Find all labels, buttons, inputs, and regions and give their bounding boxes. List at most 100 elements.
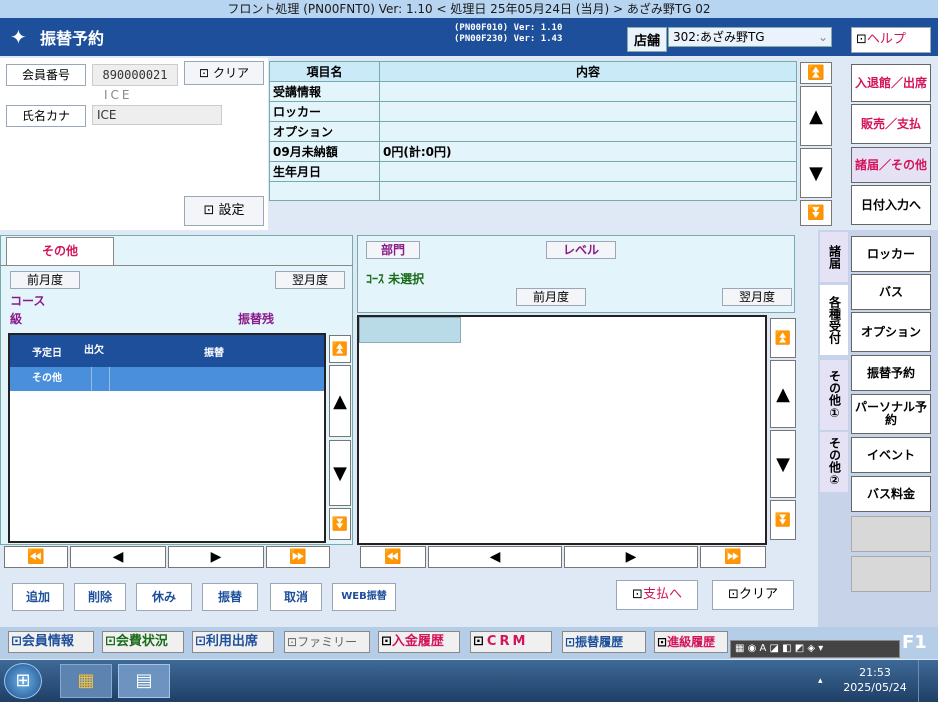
class-list: [357, 315, 767, 545]
bus-fee-button[interactable]: バス料金: [851, 476, 931, 512]
vtab-other1[interactable]: その他①: [820, 360, 848, 430]
delete-button[interactable]: 削除: [74, 583, 126, 611]
nav-checkin[interactable]: 入退館／出席: [851, 64, 931, 102]
mid-prev-month-button[interactable]: 前月度: [516, 288, 586, 306]
class-last-page-button[interactable]: ⏩: [700, 546, 766, 568]
family-icon: ⊡: [287, 635, 298, 649]
option-button[interactable]: オプション: [851, 312, 931, 352]
list-top-button[interactable]: ⏫: [329, 335, 351, 363]
web-transfer-button[interactable]: WEB振替: [332, 583, 396, 611]
class-prev-page-button[interactable]: ◀: [428, 546, 562, 568]
kana-label: 氏名カナ: [6, 105, 86, 127]
fee-status-button[interactable]: ⊡会費状況: [102, 631, 184, 653]
crm-button[interactable]: ⊡CRM: [470, 631, 552, 653]
class-cell[interactable]: [359, 317, 461, 343]
show-desktop-button[interactable]: [918, 660, 938, 702]
add-button[interactable]: 追加: [12, 583, 64, 611]
cancel-button[interactable]: 取消: [270, 583, 322, 611]
bus-button[interactable]: バス: [851, 274, 931, 310]
clock[interactable]: 21:53 2025/05/24: [840, 665, 910, 695]
store-select[interactable]: 302:あざみ野TG ⌄: [668, 27, 832, 47]
help-button[interactable]: ⊡ヘルプ: [851, 27, 931, 53]
rest-button[interactable]: 休み: [136, 583, 192, 611]
payment-history-button[interactable]: ⊡入金履歴: [378, 631, 460, 653]
list-bottom-button[interactable]: ⏬: [329, 508, 351, 540]
clear-bottom-button[interactable]: ⊡クリア: [712, 580, 794, 610]
class-bottom-button[interactable]: ⏬: [770, 500, 796, 540]
info-table: 項目名 内容 受講情報 ロッカー オプション 09月未納額 0円(計:0円) 生年月…: [269, 61, 797, 201]
windows-logo-icon: ⊞: [15, 670, 31, 691]
help-icon: ⊡: [856, 32, 867, 47]
clear-icon: ⊡: [199, 66, 210, 80]
transfer-history-button[interactable]: ⊡振替履歴: [562, 631, 646, 653]
next-page-button[interactable]: ▶: [168, 546, 264, 568]
mid-next-month-button[interactable]: 翌月度: [722, 288, 792, 306]
app-taskbar-icon[interactable]: ▤: [118, 664, 170, 698]
next-month-button[interactable]: 翌月度: [275, 271, 345, 289]
transfer-button[interactable]: 振替: [202, 583, 258, 611]
level-button[interactable]: レベル: [546, 241, 616, 259]
member-info-icon: ⊡: [11, 634, 22, 649]
ime-toolbar[interactable]: ▦ ◉ A ◪ ◧ ◩ ◈ ▾: [730, 640, 900, 658]
promotion-history-button[interactable]: ⊡進級履歴: [654, 631, 728, 653]
member-info-button[interactable]: ⊡会員情報: [8, 631, 94, 653]
pay-icon: ⊡: [632, 587, 643, 602]
schedule-list: 予定日 出欠 振替 その他: [8, 333, 326, 543]
payment-history-icon: ⊡: [381, 634, 392, 649]
store-label: 店舗: [627, 27, 668, 52]
class-next-page-button[interactable]: ▶: [564, 546, 698, 568]
member-no-label: 会員番号: [6, 64, 86, 86]
nav-date-input[interactable]: 日付入力へ: [851, 185, 931, 225]
tray-chevron-icon[interactable]: ▴: [818, 676, 823, 686]
kana-field[interactable]: ICE: [92, 105, 222, 125]
attendance-icon: ⊡: [195, 634, 206, 649]
family-button[interactable]: ⊡ファミリー: [284, 631, 370, 653]
member-no-field[interactable]: 890000021: [92, 64, 178, 86]
transfer-reserve-button[interactable]: 振替予約: [851, 355, 931, 391]
vtab-notices[interactable]: 諸届: [820, 232, 848, 282]
remaining-label: 振替残: [238, 312, 275, 326]
personal-reserve-button[interactable]: パーソナル予約: [851, 394, 931, 434]
dept-button[interactable]: 部門: [366, 241, 420, 259]
settings-button[interactable]: ⊡ 設定: [184, 196, 264, 226]
attendance-button[interactable]: ⊡利用出席: [192, 631, 274, 653]
page-title: 振替予約: [40, 29, 105, 48]
explorer-taskbar-icon[interactable]: ▦: [60, 664, 112, 698]
vtab-other2[interactable]: その他②: [820, 432, 848, 492]
version-info: (PN00F010) Ver: 1.10 (PN00F230) Ver: 1.43: [454, 23, 563, 44]
pay-button[interactable]: ⊡支払へ: [616, 580, 698, 610]
crm-icon: ⊡: [473, 634, 487, 649]
bird-logo-icon: ✦: [10, 25, 27, 49]
nav-sales[interactable]: 販売／支払: [851, 104, 931, 144]
promotion-history-icon: ⊡: [657, 635, 668, 649]
class-down-button[interactable]: ▼: [770, 430, 796, 498]
clear-bottom-icon: ⊡: [728, 587, 739, 602]
vtab-reception[interactable]: 各種受付: [820, 285, 848, 355]
scroll-bottom-button[interactable]: ⏬: [800, 200, 832, 226]
tab-other[interactable]: その他: [6, 237, 114, 265]
settings-icon: ⊡: [203, 203, 215, 218]
start-button[interactable]: ⊞: [4, 663, 42, 699]
class-up-button[interactable]: ▲: [770, 360, 796, 428]
list-up-button[interactable]: ▲: [329, 365, 351, 437]
list-down-button[interactable]: ▼: [329, 440, 351, 506]
list-item[interactable]: その他: [10, 367, 324, 391]
scroll-top-button[interactable]: ⏫: [800, 62, 832, 84]
prev-month-button[interactable]: 前月度: [10, 271, 80, 289]
last-page-button[interactable]: ⏩: [266, 546, 330, 568]
clear-button[interactable]: ⊡ クリア: [184, 61, 264, 85]
transfer-history-icon: ⊡: [565, 635, 576, 649]
first-page-button[interactable]: ⏪: [4, 546, 68, 568]
class-top-button[interactable]: ⏫: [770, 318, 796, 358]
nav-notices[interactable]: 諸届／その他: [851, 147, 931, 183]
event-button[interactable]: イベント: [851, 437, 931, 473]
f1-label: F1: [902, 632, 927, 653]
class-first-page-button[interactable]: ⏪: [360, 546, 426, 568]
window-title-bar: フロント処理 (PN00FNT0) Ver: 1.10 < 処理日 25年05月…: [0, 0, 938, 18]
scroll-down-button[interactable]: ▼: [800, 148, 832, 198]
prev-page-button[interactable]: ◀: [70, 546, 166, 568]
scroll-up-button[interactable]: ▲: [800, 86, 832, 146]
grade-label: 級: [10, 312, 23, 326]
locker-button[interactable]: ロッカー: [851, 236, 931, 272]
member-sub-text: ICE: [104, 88, 133, 102]
